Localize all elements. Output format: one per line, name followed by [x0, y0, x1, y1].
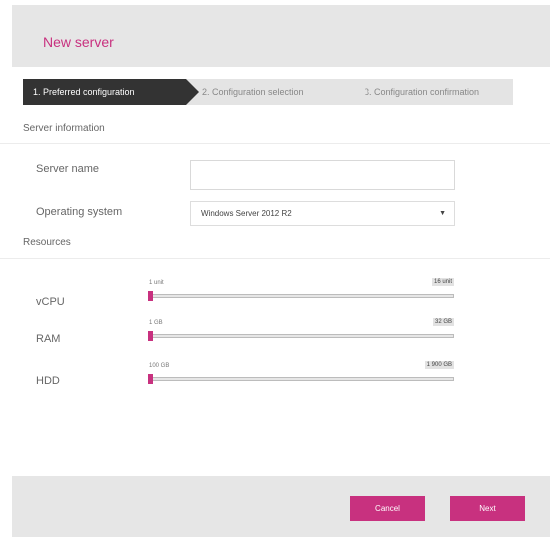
step-preferred-configuration[interactable]: 1. Preferred configuration: [23, 79, 199, 105]
header-bar: New server: [12, 5, 550, 67]
hdd-slider-handle[interactable]: [148, 374, 153, 384]
ram-label: RAM: [36, 333, 61, 345]
step-configuration-selection[interactable]: 2. Configuration selection: [181, 79, 368, 105]
cancel-button[interactable]: Cancel: [350, 496, 425, 521]
next-button[interactable]: Next: [450, 496, 525, 521]
operating-system-select[interactable]: Windows Server 2012 R2 ▼: [190, 201, 455, 226]
vcpu-max-label: 16 unit: [431, 278, 454, 286]
section-title-resources: Resources: [23, 237, 71, 248]
server-name-label: Server name: [36, 163, 99, 175]
vcpu-label: vCPU: [36, 296, 65, 308]
operating-system-label: Operating system: [36, 206, 123, 218]
ram-max-label: 32 GB: [432, 318, 454, 326]
hdd-min-label: 100 GB: [149, 363, 170, 369]
vcpu-slider-handle[interactable]: [148, 291, 153, 301]
divider: [0, 143, 550, 144]
ram-slider-track[interactable]: [148, 334, 454, 338]
server-name-input[interactable]: [190, 160, 455, 190]
step-configuration-confirmation[interactable]: 3. Configuration confirmation: [343, 79, 513, 105]
operating-system-value: Windows Server 2012 R2: [201, 209, 292, 218]
vcpu-min-label: 1 unit: [149, 280, 164, 286]
hdd-slider-track[interactable]: [148, 377, 454, 381]
ram-slider-handle[interactable]: [148, 331, 153, 341]
section-title-server-information: Server information: [23, 123, 105, 134]
hdd-label: HDD: [36, 375, 60, 387]
ram-min-label: 1 GB: [149, 320, 163, 326]
divider: [0, 258, 550, 259]
hdd-max-label: 1 900 GB: [424, 361, 454, 369]
wizard-steps: 1. Preferred configuration 2. Configurat…: [23, 79, 513, 105]
vcpu-slider-track[interactable]: [148, 294, 454, 298]
dropdown-caret-icon: ▼: [439, 210, 446, 217]
page-title: New server: [43, 34, 114, 50]
